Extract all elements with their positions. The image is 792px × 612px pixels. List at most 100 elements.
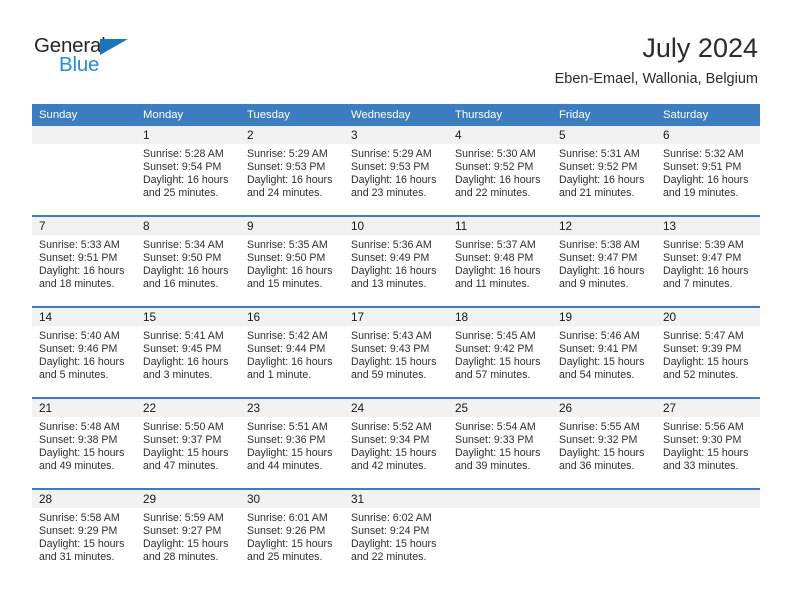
sunset-time: Sunset: 9:41 PM [559,343,638,356]
general-blue-logo: General Blue [34,34,214,90]
daylight-duration: Daylight: 16 hours [39,265,125,278]
weekday-header-friday: Friday [559,109,591,121]
sunrise-time: Sunrise: 5:32 AM [663,148,744,160]
sunrise-time: Sunrise: 5:51 AM [247,421,328,433]
day-number: 9 [247,219,254,233]
day-details: Sunrise: 6:01 AM Sunset: 9:26 PM Daylight:… [240,508,344,564]
sunrise-time: Sunrise: 5:58 AM [39,512,120,524]
daylight-duration: Daylight: 16 hours [143,356,229,369]
day-number-band: 18 [448,308,552,326]
day-number: 1 [143,128,150,142]
day-cell[interactable]: 26 Sunrise: 5:55 AM Sunset: 9:32 PM Dayligh… [552,399,656,488]
week-cells: 14 Sunrise: 5:40 AM Sunset: 9:46 PM Dayligh… [32,308,760,397]
calendar-week-row: 14 Sunrise: 5:40 AM Sunset: 9:46 PM Dayligh… [32,306,760,397]
day-number-band: 13 [656,217,760,235]
day-details: Sunrise: 5:56 AM Sunset: 9:30 PM Daylight:… [656,417,760,473]
day-cell[interactable]: 23 Sunrise: 5:51 AM Sunset: 9:36 PM Dayligh… [240,399,344,488]
day-cell[interactable]: 15 Sunrise: 5:41 AM Sunset: 9:45 PM Dayligh… [136,308,240,397]
sunrise-time: Sunrise: 5:55 AM [559,421,640,433]
day-cell[interactable]: 8 Sunrise: 5:34 AM Sunset: 9:50 PM Daylight… [136,217,240,306]
week-cells: 1 Sunrise: 5:28 AM Sunset: 9:54 PM Daylight… [32,126,760,215]
day-cell[interactable]: 6 Sunrise: 5:32 AM Sunset: 9:51 PM Daylight… [656,126,760,215]
day-cell[interactable]: 14 Sunrise: 5:40 AM Sunset: 9:46 PM Dayligh… [32,308,136,397]
sunrise-time: Sunrise: 5:33 AM [39,239,120,251]
daylight-duration: Daylight: 16 hours [143,265,229,278]
day-cell[interactable]: 10 Sunrise: 5:36 AM Sunset: 9:49 PM Dayligh… [344,217,448,306]
daylight-duration-cont: and 19 minutes. [663,187,739,200]
day-cell[interactable]: 12 Sunrise: 5:38 AM Sunset: 9:47 PM Dayligh… [552,217,656,306]
day-details: Sunrise: 5:28 AM Sunset: 9:54 PM Daylight:… [136,144,240,200]
day-cell[interactable]: 29 Sunrise: 5:59 AM Sunset: 9:27 PM Dayligh… [136,490,240,579]
day-cell[interactable]: 24 Sunrise: 5:52 AM Sunset: 9:34 PM Dayligh… [344,399,448,488]
weekday-header-row: Sunday Monday Tuesday Wednesday Thursday Frid… [32,104,760,126]
sunrise-time: Sunrise: 5:28 AM [143,148,224,160]
day-cell[interactable]: 25 Sunrise: 5:54 AM Sunset: 9:33 PM Dayligh… [448,399,552,488]
day-cell[interactable]: 16 Sunrise: 5:42 AM Sunset: 9:44 PM Dayligh… [240,308,344,397]
day-details [448,508,552,512]
day-cell[interactable]: 22 Sunrise: 5:50 AM Sunset: 9:37 PM Dayligh… [136,399,240,488]
day-details: Sunrise: 5:38 AM Sunset: 9:47 PM Daylight:… [552,235,656,291]
sunset-time: Sunset: 9:53 PM [351,161,430,174]
day-cell[interactable]: 27 Sunrise: 5:56 AM Sunset: 9:30 PM Dayligh… [656,399,760,488]
sunrise-time: Sunrise: 5:30 AM [455,148,536,160]
daylight-duration-cont: and 42 minutes. [351,460,427,473]
day-cell-empty [656,490,760,579]
weekday-header-tuesday: Tuesday [247,109,290,121]
day-details: Sunrise: 5:50 AM Sunset: 9:37 PM Daylight:… [136,417,240,473]
day-number-band: 27 [656,399,760,417]
day-cell[interactable]: 11 Sunrise: 5:37 AM Sunset: 9:48 PM Dayligh… [448,217,552,306]
day-number-band: 17 [344,308,448,326]
day-cell[interactable]: 17 Sunrise: 5:43 AM Sunset: 9:43 PM Dayligh… [344,308,448,397]
day-number: 30 [247,492,261,506]
day-number-band: 4 [448,126,552,144]
daylight-duration-cont: and 16 minutes. [143,278,219,291]
day-cell[interactable]: 20 Sunrise: 5:47 AM Sunset: 9:39 PM Dayligh… [656,308,760,397]
day-details: Sunrise: 5:51 AM Sunset: 9:36 PM Daylight:… [240,417,344,473]
daylight-duration-cont: and 15 minutes. [247,278,323,291]
weekday-header-saturday: Saturday [663,109,709,121]
day-number: 18 [455,310,469,324]
day-number-band [552,490,656,508]
sunrise-time: Sunrise: 5:47 AM [663,330,744,342]
day-number-band: 25 [448,399,552,417]
day-cell[interactable]: 31 Sunrise: 6:02 AM Sunset: 9:24 PM Dayligh… [344,490,448,579]
day-cell[interactable]: 5 Sunrise: 5:31 AM Sunset: 9:52 PM Daylight… [552,126,656,215]
day-number-band: 12 [552,217,656,235]
day-details: Sunrise: 5:35 AM Sunset: 9:50 PM Daylight:… [240,235,344,291]
sunset-time: Sunset: 9:33 PM [455,434,534,447]
day-cell[interactable]: 18 Sunrise: 5:45 AM Sunset: 9:42 PM Dayligh… [448,308,552,397]
day-number: 16 [247,310,261,324]
sunrise-time: Sunrise: 5:42 AM [247,330,328,342]
day-cell[interactable]: 19 Sunrise: 5:46 AM Sunset: 9:41 PM Dayligh… [552,308,656,397]
day-cell[interactable]: 21 Sunrise: 5:48 AM Sunset: 9:38 PM Dayligh… [32,399,136,488]
day-cell-empty [552,490,656,579]
day-number-band: 1 [136,126,240,144]
day-number: 11 [455,219,468,233]
day-number-band: 15 [136,308,240,326]
day-number-band [448,490,552,508]
day-cell[interactable]: 1 Sunrise: 5:28 AM Sunset: 9:54 PM Daylight… [136,126,240,215]
day-cell[interactable]: 3 Sunrise: 5:29 AM Sunset: 9:53 PM Daylight… [344,126,448,215]
daylight-duration-cont: and 47 minutes. [143,460,219,473]
day-cell[interactable]: 28 Sunrise: 5:58 AM Sunset: 9:29 PM Dayligh… [32,490,136,579]
day-cell[interactable]: 4 Sunrise: 5:30 AM Sunset: 9:52 PM Daylight… [448,126,552,215]
day-cell[interactable]: 13 Sunrise: 5:39 AM Sunset: 9:47 PM Dayligh… [656,217,760,306]
day-details: Sunrise: 5:33 AM Sunset: 9:51 PM Daylight:… [32,235,136,291]
daylight-duration: Daylight: 15 hours [663,447,749,460]
sunset-time: Sunset: 9:47 PM [663,252,742,265]
sunrise-time: Sunrise: 5:40 AM [39,330,120,342]
daylight-duration: Daylight: 16 hours [455,265,541,278]
day-cell[interactable]: 2 Sunrise: 5:29 AM Sunset: 9:53 PM Daylight… [240,126,344,215]
day-number: 10 [351,219,365,233]
day-cell[interactable]: 7 Sunrise: 5:33 AM Sunset: 9:51 PM Daylight… [32,217,136,306]
day-cell[interactable]: 30 Sunrise: 6:01 AM Sunset: 9:26 PM Dayligh… [240,490,344,579]
day-number-band: 21 [32,399,136,417]
daylight-duration: Daylight: 15 hours [559,447,645,460]
weekday-header-thursday: Thursday [455,109,503,121]
sunset-time: Sunset: 9:26 PM [247,525,326,538]
day-cell[interactable]: 9 Sunrise: 5:35 AM Sunset: 9:50 PM Daylight… [240,217,344,306]
sunset-time: Sunset: 9:44 PM [247,343,326,356]
day-number: 29 [143,492,157,506]
day-details: Sunrise: 5:55 AM Sunset: 9:32 PM Daylight:… [552,417,656,473]
daylight-duration: Daylight: 16 hours [351,265,437,278]
